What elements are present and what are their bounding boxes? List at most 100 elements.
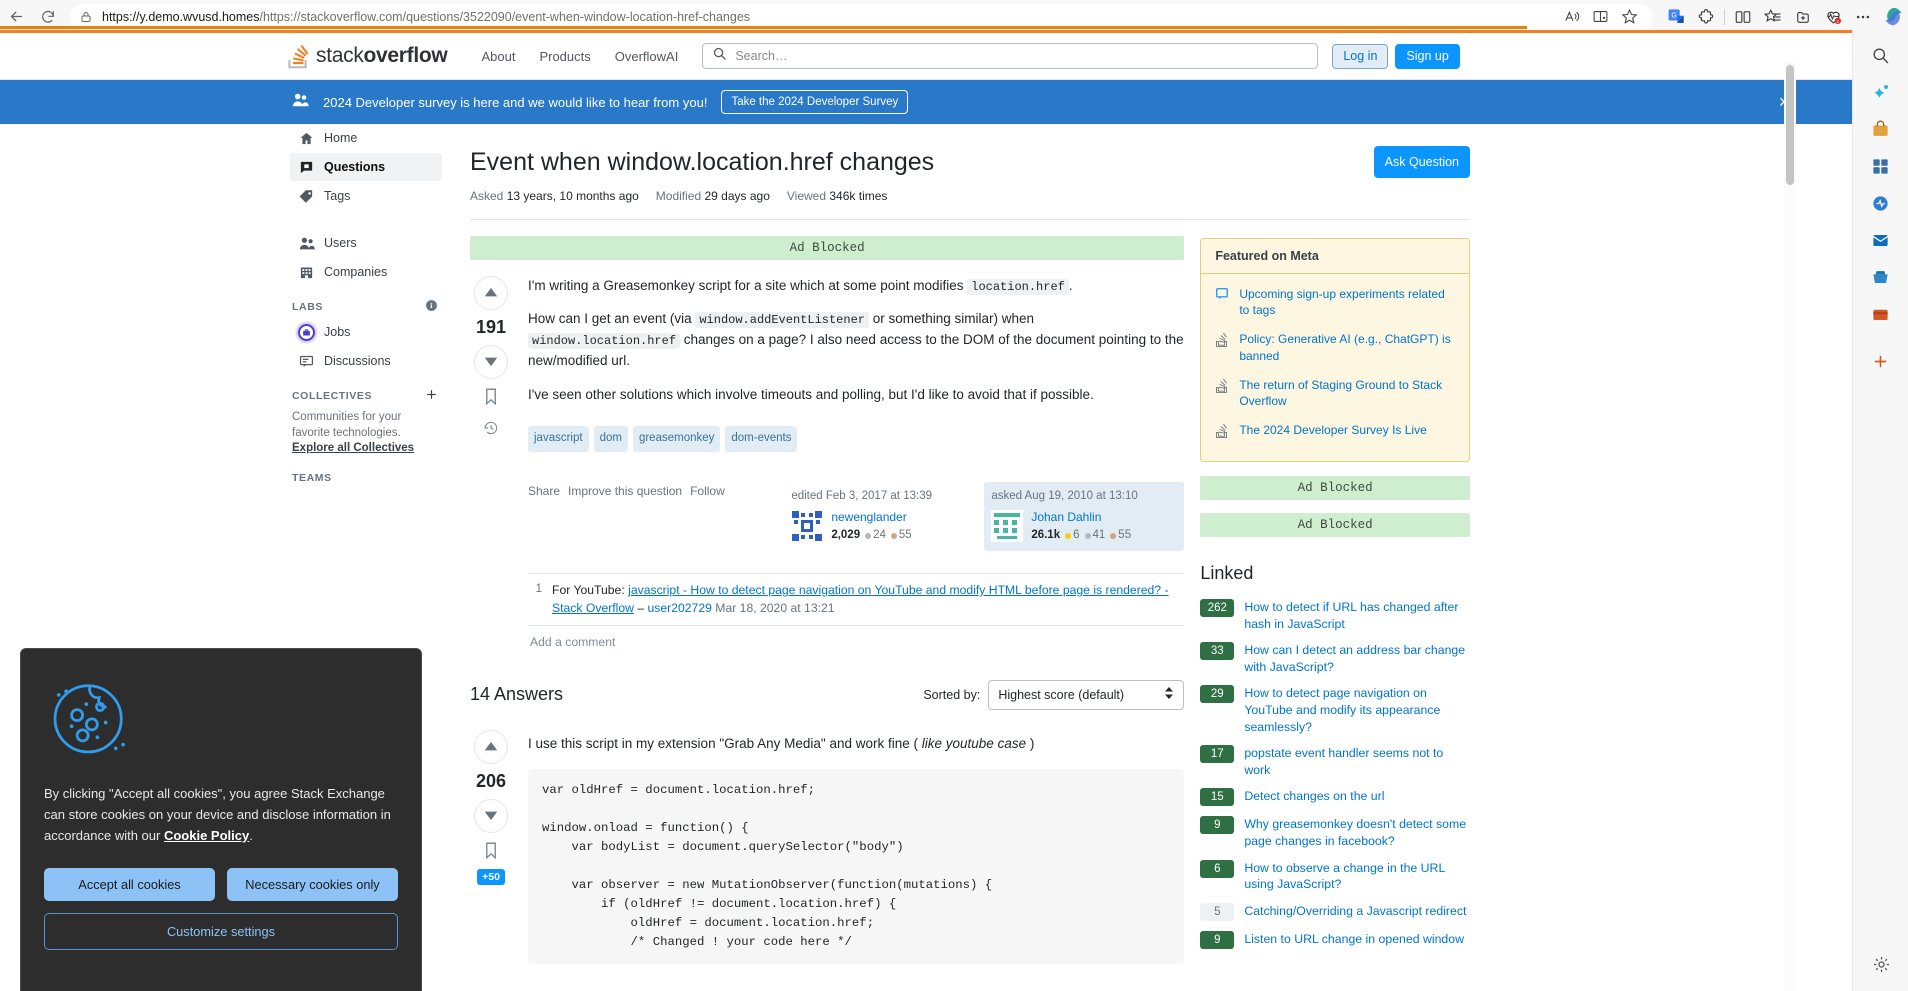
linked-item[interactable]: 9 Why greasemonkey doesn't detect some pa… [1200,811,1470,854]
tag-dom-events[interactable]: dom-events [725,426,798,452]
topnav-overflowai[interactable]: OverflowAI [603,39,691,73]
google-translate-icon[interactable]: G [1661,2,1691,32]
necessary-cookies-only-button[interactable]: Necessary cookies only [227,868,398,902]
sidebar-games-icon[interactable] [1864,260,1898,294]
owner-name[interactable]: Johan Dahlin [1031,510,1131,526]
collections-icon[interactable] [1758,2,1788,32]
ad-blocked-side-2: Ad Blocked [1200,513,1470,538]
linked-title-text[interactable]: How can I detect an address bar change w… [1244,642,1470,675]
meta-item[interactable]: The return of Staging Ground to Stack Ov… [1215,371,1455,417]
sidebar-wallet-icon[interactable] [1864,297,1898,331]
ask-question-button[interactable]: Ask Question [1373,146,1470,178]
comment-link[interactable]: javascript - How to detect page navigati… [552,583,1169,615]
upvote-button[interactable] [474,275,508,310]
site-information-icon[interactable] [80,11,92,23]
accept-all-cookies-button[interactable]: Accept all cookies [44,868,215,902]
settings-more-icon[interactable] [1848,2,1878,32]
tag-greasemonkey[interactable]: greasemonkey [632,426,721,452]
editor-name[interactable]: newenglander [831,510,911,526]
owner-time: asked Aug 19, 2010 at 13:10 [991,489,1138,502]
add-tab-icon[interactable] [1788,2,1818,32]
topnav-products[interactable]: Products [527,39,602,73]
share-link[interactable]: Share [528,482,560,551]
linked-title-text[interactable]: Catching/Overriding a Javascript redirec… [1244,903,1466,920]
page-scrollbar[interactable]: ▲ ▼ [1784,62,1796,991]
sidebar-add-icon[interactable] [1864,344,1898,378]
answer-downvote-button[interactable] [474,798,508,833]
login-button[interactable]: Log in [1332,43,1389,69]
cookie-policy-link[interactable]: Cookie Policy [164,828,249,843]
linked-item[interactable]: 33 How can I detect an address bar change… [1200,637,1470,680]
immersive-reader-icon[interactable] [1587,5,1614,29]
linked-title-text[interactable]: popstate event handler seems not to work [1244,745,1470,778]
sidebar-copilot-icon[interactable] [1864,75,1898,109]
question-timeline-button[interactable] [483,415,499,441]
sidebar-settings-icon[interactable] [1864,947,1898,981]
linked-title-text[interactable]: How to detect if URL has changed after h… [1244,599,1470,632]
sidebar-item-tags[interactable]: Tags [290,182,442,210]
comment-user[interactable]: user202729 [648,601,712,615]
sidebar-label-companies: Companies [324,265,388,279]
sidebar-item-users[interactable]: Users [290,229,442,257]
sidebar-item-jobs[interactable]: Jobs [290,318,442,346]
read-aloud-icon[interactable] [1558,5,1585,29]
linked-title-text[interactable]: Detect changes on the url [1244,788,1384,805]
topnav-about[interactable]: About [469,39,527,73]
downvote-button[interactable] [474,344,508,379]
sidebar-tools-icon[interactable] [1864,149,1898,183]
answer-bookmark-button[interactable] [484,838,498,864]
editor-info: newenglander 2,029 24 55 [831,510,911,545]
survey-cta-button[interactable]: Take the 2024 Developer Survey [721,90,909,114]
extensions-icon[interactable] [1691,2,1721,32]
customize-settings-button[interactable]: Customize settings [44,913,398,951]
sidebar-outlook-icon[interactable] [1864,223,1898,257]
copilot-icon[interactable] [1878,2,1908,32]
linked-title-text[interactable]: Why greasemonkey doesn't detect some pag… [1244,816,1470,849]
sort-select[interactable]: Highest score (default) [988,679,1185,710]
meta-item[interactable]: Policy: Generative AI (e.g., ChatGPT) is… [1215,325,1455,371]
improve-question-link[interactable]: Improve this question [568,482,682,551]
bookmark-button[interactable] [484,384,498,410]
linked-item[interactable]: 5 Catching/Overriding a Javascript redire… [1200,898,1470,926]
sidebar-browser-essentials-icon[interactable] [1864,186,1898,220]
sidebar-label-home: Home [324,131,358,145]
linked-title-text[interactable]: How to observe a change in the URL using… [1244,860,1470,893]
sidebar-item-questions[interactable]: Questions [290,153,442,181]
answer-upvote-button[interactable] [474,729,508,764]
editor-bronze-badge: 55 [890,527,912,545]
linked-item[interactable]: 15 Detect changes on the url [1200,783,1470,811]
signup-button[interactable]: Sign up [1395,43,1460,69]
add-comment-button[interactable]: Add a comment [528,626,1184,658]
linked-title-text[interactable]: Listen to URL change in opened window [1244,931,1464,948]
sidebar-search-icon[interactable] [1864,38,1898,72]
tag-javascript[interactable]: javascript [528,426,589,452]
question-tags: javascript dom greasemonkey dom-events [528,426,1184,452]
favorite-star-icon[interactable] [1616,5,1643,29]
sidebar-shopping-icon[interactable] [1864,112,1898,146]
linked-item[interactable]: 6 How to observe a change in the URL usin… [1200,855,1470,898]
browser-essentials-icon[interactable]: 1 [1818,2,1848,32]
linked-item[interactable]: 17 popstate event handler seems not to wo… [1200,740,1470,783]
sidebar-item-home[interactable]: Home [290,124,442,152]
owner-avatar[interactable] [991,509,1024,542]
meta-item[interactable]: The 2024 Developer Survey Is Live [1215,416,1455,449]
explore-collectives-link[interactable]: Explore all Collectives [292,442,414,454]
add-collective-icon[interactable] [425,388,438,404]
editor-avatar[interactable] [791,509,824,542]
linked-title-text[interactable]: How to detect page navigation on YouTube… [1244,685,1470,735]
linked-item[interactable]: 29 How to detect page navigation on YouTu… [1200,680,1470,740]
search-input[interactable]: Search… [702,43,1319,69]
stackoverflow-logo[interactable]: stackoverflow [286,43,448,69]
linked-item[interactable]: 9 Listen to URL change in opened window [1200,926,1470,954]
meta-item[interactable]: Upcoming sign-up experiments related to … [1215,280,1455,326]
sidebar-item-discussions[interactable]: Discussions [290,347,442,375]
labs-info-icon[interactable]: i [425,299,438,315]
question-footer: Share Improve this question Follow edite… [528,481,1185,552]
follow-link[interactable]: Follow [690,482,725,551]
scrollbar-thumb[interactable] [1786,65,1794,185]
linked-item[interactable]: 262 How to detect if URL has changed afte… [1200,594,1470,637]
sidebar-item-companies[interactable]: Companies [290,258,442,286]
tag-dom[interactable]: dom [593,426,628,452]
answer-body: I use this script in my extension "Grab … [528,730,1185,965]
split-screen-icon[interactable] [1728,2,1758,32]
